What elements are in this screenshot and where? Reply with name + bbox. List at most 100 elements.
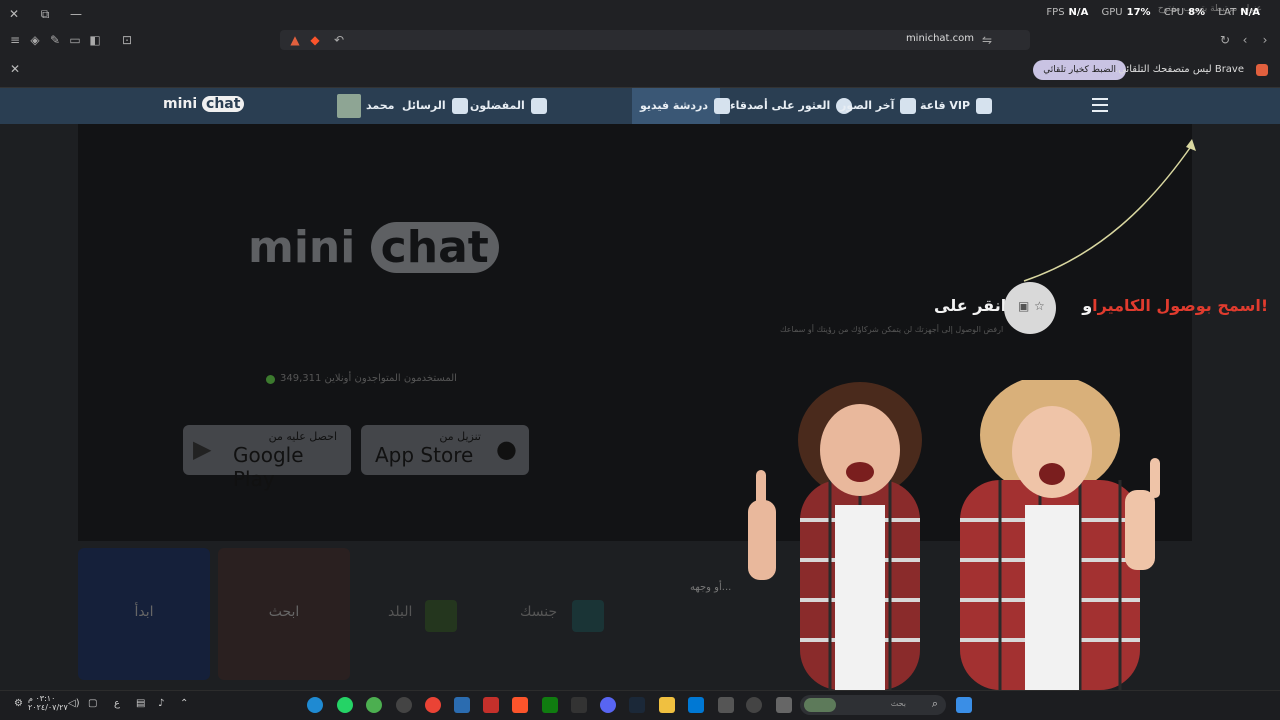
search-card[interactable]: ابحث <box>218 548 350 680</box>
video-icon <box>714 98 731 114</box>
gender-label: جنسك <box>520 604 558 620</box>
reload-icon[interactable]: ↻ <box>1218 33 1232 47</box>
taskbar-search[interactable]: بحث ⌕ <box>800 695 946 715</box>
xbox-icon[interactable] <box>542 697 558 713</box>
envelope-icon <box>451 98 468 114</box>
store-icon[interactable] <box>688 697 704 713</box>
crown-icon <box>976 98 993 114</box>
lat-value: N/A <box>1240 7 1260 18</box>
clock-time: ٠٣:١٠ م <box>28 694 56 703</box>
app-store-button[interactable]: ● تنزيل من App Store <box>361 425 529 475</box>
app-icon[interactable] <box>746 697 762 713</box>
task-view-icon[interactable] <box>776 697 792 713</box>
nav-vip[interactable]: VIP قاعة <box>920 88 993 124</box>
discord-icon[interactable] <box>600 697 616 713</box>
clock-date: ٢٠٢٤/٠٧/٢٧ <box>28 703 68 712</box>
minimize-window-icon[interactable]: — <box>68 6 84 22</box>
hint-text: ...أو وجهه <box>690 582 732 593</box>
microphone-icon[interactable]: ♪ <box>158 698 164 709</box>
search-icon: ⌕ <box>931 697 938 710</box>
hero-logo-mini: mini <box>248 222 356 273</box>
address-text[interactable]: minichat.com <box>906 33 974 44</box>
arrow-to-address-bar-icon <box>1023 139 1196 282</box>
brave-shields-icon[interactable]: ◆ <box>308 33 322 47</box>
brave-icon[interactable] <box>512 697 528 713</box>
chrome-icon[interactable] <box>366 697 382 713</box>
site-settings-icon[interactable]: ⇋ <box>980 33 994 47</box>
nav-favorites-label: المفضلون <box>470 99 525 112</box>
star-icon: ☆ <box>1034 299 1045 313</box>
address-bar[interactable]: ▲ ◆ ↶ minichat.com ⇋ <box>280 30 1030 50</box>
nav-vip-label: VIP قاعة <box>920 99 971 112</box>
nav-favorites[interactable]: المفضلون <box>470 88 547 124</box>
screenshot-icon[interactable]: ⊡ <box>120 33 134 47</box>
chevron-up-icon[interactable]: ⌃ <box>180 698 188 709</box>
menu-icon[interactable]: ≡ <box>8 33 22 47</box>
nav-latest-photos[interactable]: آخر الصور <box>840 88 917 124</box>
camera-permission-icon: ▣ ☆ <box>1004 282 1056 334</box>
logo-chat: chat <box>202 96 245 112</box>
network-icon[interactable]: ▢ <box>88 698 97 709</box>
start-card[interactable]: ابدأ <box>78 548 210 680</box>
city-icon <box>425 600 457 632</box>
online-indicator-icon <box>266 375 275 384</box>
logo-mini: mini <box>163 96 198 112</box>
share-icon[interactable]: ↶ <box>332 33 346 47</box>
nav-latest-photos-label: آخر الصور <box>840 99 895 112</box>
close-window-icon[interactable]: ✕ <box>6 6 22 22</box>
prompt-click-on: انقر على <box>934 296 1007 315</box>
hamburger-menu-icon[interactable] <box>1092 98 1108 112</box>
prompt-allow-camera: !اسمح بوصول الكاميرا <box>1092 296 1269 315</box>
girls-pointing-illustration <box>748 380 1160 690</box>
nav-video-chat-label: دردشة فيديو <box>640 99 709 112</box>
site-logo[interactable]: mini chat <box>163 96 245 112</box>
whatsapp-icon[interactable] <box>337 697 353 713</box>
nav-messages-label: الرسائل <box>402 99 446 112</box>
keyboard-icon[interactable]: ▤ <box>136 698 145 709</box>
nav-find-friends[interactable]: العثور على أصدقاء <box>730 88 853 124</box>
default-browser-bar: ✕ الضبط كخيار تلقائي Brave ليس متصفحك ال… <box>0 52 1280 88</box>
google-play-big: Google Play <box>233 443 304 491</box>
taskbar-clock[interactable]: ٠٣:١٠ م ٢٠٢٤/٠٧/٢٧ <box>28 694 68 712</box>
openai-icon[interactable] <box>396 697 412 713</box>
app-store-big: App Store <box>375 443 474 467</box>
google-play-button[interactable]: ▶ احصل عليه من Google Play <box>183 425 351 491</box>
nav-messages[interactable]: الرسائل <box>402 88 468 124</box>
capcut-icon[interactable] <box>718 697 734 713</box>
nav-video-chat[interactable]: دردشة فيديو <box>640 88 731 124</box>
restore-window-icon[interactable]: ⧉ <box>37 6 53 22</box>
camera-prompt-title: !اسمح بوصول الكاميراو انقر على <box>934 296 1268 315</box>
online-count: المستخدمون المتواجدون أونلاين 349,311 <box>280 373 457 384</box>
hero-logo: mini chat <box>248 222 499 273</box>
epic-games-icon[interactable] <box>571 697 587 713</box>
brave-rewards-icon[interactable]: ▲ <box>288 33 302 47</box>
nav-profile[interactable]: محمد <box>366 88 394 124</box>
lat-label: LAT <box>1218 7 1237 18</box>
avatar[interactable] <box>337 94 361 118</box>
pin-icon[interactable]: ✎ <box>48 33 62 47</box>
brave-logo-icon <box>1256 64 1268 76</box>
close-icon[interactable]: ✕ <box>10 62 20 76</box>
edge-icon[interactable] <box>307 697 323 713</box>
bookmark-icon <box>530 98 547 114</box>
set-default-button[interactable]: الضبط كخيار تلقائي <box>1033 60 1126 80</box>
shield-app-icon[interactable] <box>454 697 470 713</box>
gender-icon <box>572 600 604 632</box>
camera-icon: ▣ <box>1018 299 1030 313</box>
volume-icon[interactable]: ◁) <box>68 698 80 709</box>
shield-icon[interactable]: ◈ <box>28 33 42 47</box>
steam-icon[interactable] <box>629 697 645 713</box>
language-icon[interactable]: ع <box>114 698 120 709</box>
forward-icon[interactable]: › <box>1258 33 1272 47</box>
youtube-icon[interactable] <box>483 697 499 713</box>
sidebar-icon[interactable]: ◧ <box>88 33 102 47</box>
nav-find-friends-label: العثور على أصدقاء <box>730 99 831 112</box>
back-icon[interactable]: ‹ <box>1238 33 1252 47</box>
settings-icon[interactable]: ⚙ <box>14 698 23 709</box>
start-menu-icon[interactable] <box>956 697 972 713</box>
chrome-alt-icon[interactable] <box>425 697 441 713</box>
hero-logo-chat: chat <box>370 222 499 273</box>
tabs-icon[interactable]: ▭ <box>68 33 82 47</box>
file-explorer-icon[interactable] <box>659 697 675 713</box>
gpu-value: 17% <box>1126 7 1151 18</box>
